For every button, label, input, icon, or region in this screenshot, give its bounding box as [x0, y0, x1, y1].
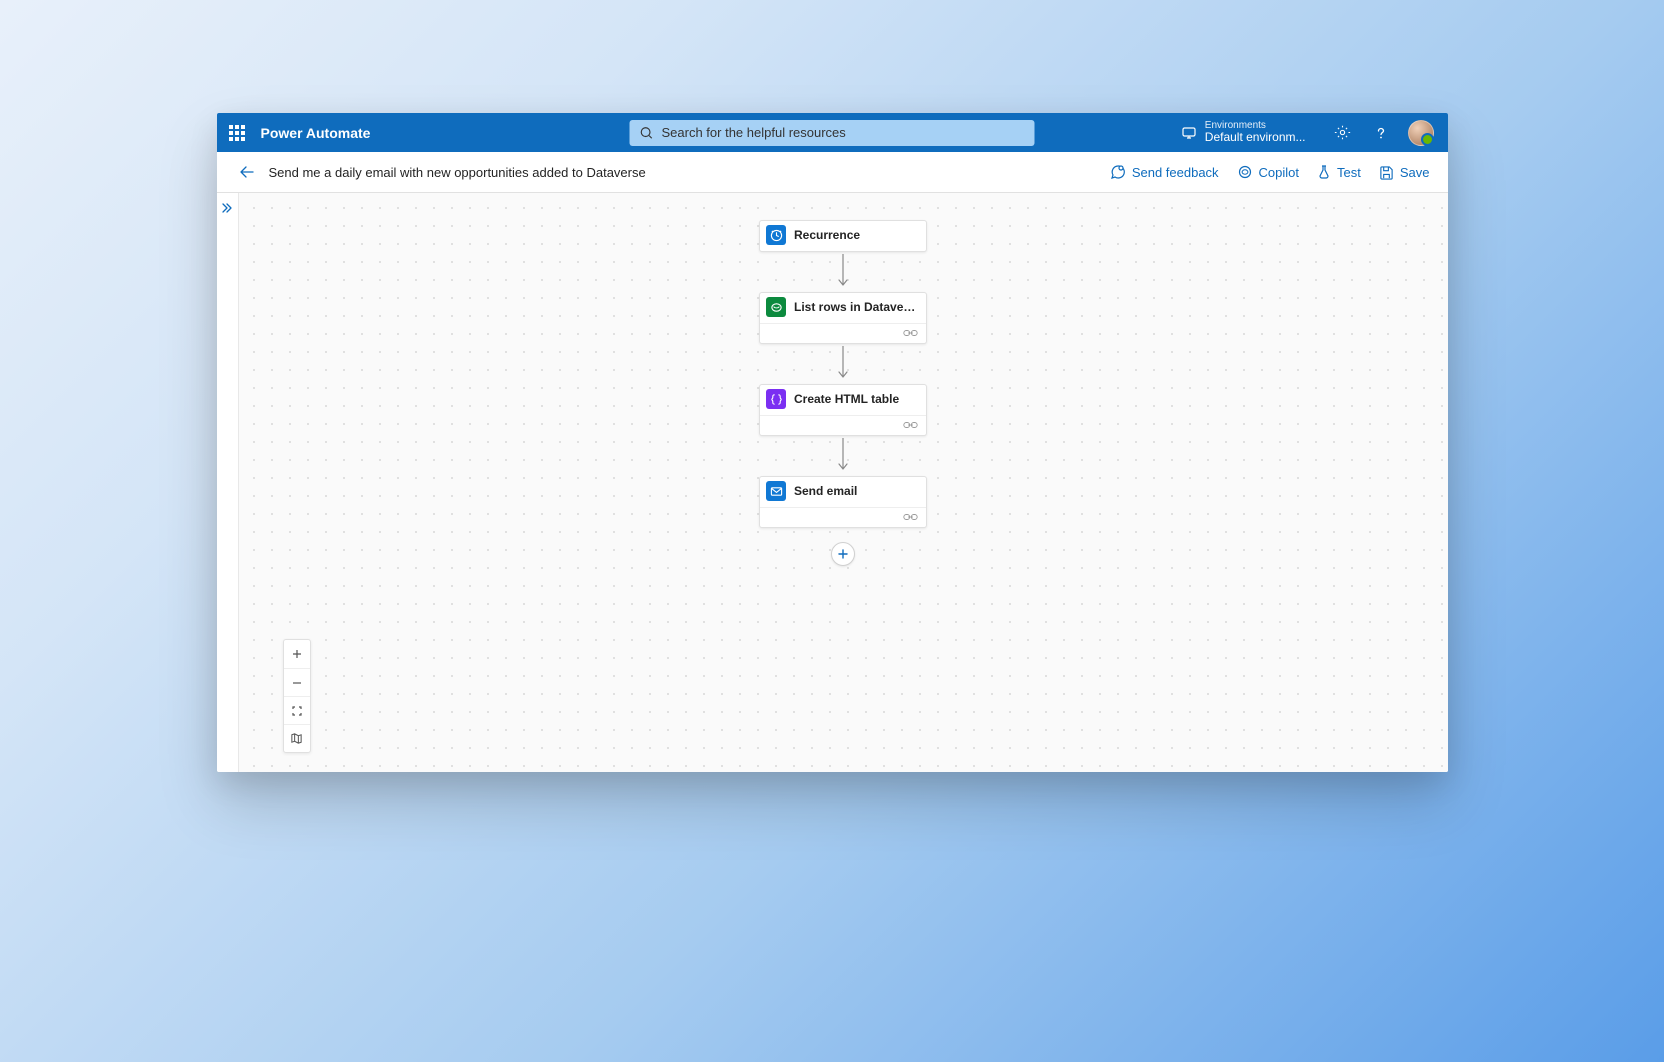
command-bar: Send me a daily email with new opportuni…	[217, 152, 1448, 193]
environment-name: Default environm...	[1205, 131, 1306, 144]
flask-icon	[1317, 164, 1331, 180]
save-button[interactable]: Save	[1379, 165, 1430, 180]
add-step-button[interactable]	[831, 542, 855, 566]
fit-icon	[291, 705, 303, 717]
user-avatar[interactable]	[1408, 120, 1434, 146]
search-placeholder: Search for the helpful resources	[662, 125, 846, 140]
copilot-label: Copilot	[1259, 165, 1299, 180]
chevron-right-double-icon	[221, 202, 233, 214]
feedback-icon	[1110, 164, 1126, 180]
connection-icon	[903, 417, 918, 435]
app-window: Power Automate Search for the helpful re…	[217, 113, 1448, 772]
app-name: Power Automate	[261, 125, 371, 141]
test-label: Test	[1337, 165, 1361, 180]
flow-title: Send me a daily email with new opportuni…	[269, 165, 646, 180]
app-launcher-icon[interactable]	[227, 123, 247, 143]
flow-step-card[interactable]: Recurrence	[759, 220, 927, 252]
zoom-in-button[interactable]	[284, 640, 310, 668]
connection-icon	[903, 509, 918, 527]
save-icon	[1379, 165, 1394, 180]
search-icon	[640, 126, 654, 140]
back-button[interactable]	[239, 163, 257, 181]
step-icon	[766, 225, 786, 245]
flow-step-card[interactable]: Create HTML table	[759, 384, 927, 436]
minus-icon	[291, 677, 303, 689]
step-title: Recurrence	[794, 228, 860, 242]
copilot-icon	[1237, 164, 1253, 180]
environment-picker[interactable]: Environments Default environm...	[1171, 120, 1316, 144]
canvas-area: Recurrence List rows in Dataverse Create H…	[217, 193, 1448, 772]
sidebar-collapsed	[217, 193, 239, 772]
titlebar: Power Automate Search for the helpful re…	[217, 113, 1448, 152]
flow-step-card[interactable]: Send email	[759, 476, 927, 528]
search-input[interactable]: Search for the helpful resources	[630, 120, 1035, 146]
step-title: Create HTML table	[794, 392, 899, 406]
test-button[interactable]: Test	[1317, 164, 1361, 180]
flow-connector[interactable]	[837, 252, 849, 292]
minimap-button[interactable]	[284, 724, 310, 752]
fit-screen-button[interactable]	[284, 696, 310, 724]
plus-icon	[291, 648, 303, 660]
step-icon	[766, 297, 786, 317]
feedback-label: Send feedback	[1132, 165, 1219, 180]
environment-label: Environments	[1205, 120, 1306, 131]
flow-connector[interactable]	[837, 436, 849, 476]
environment-icon	[1181, 125, 1197, 141]
send-feedback-button[interactable]: Send feedback	[1110, 164, 1219, 180]
flow-column: Recurrence List rows in Dataverse Create H…	[759, 220, 927, 566]
save-label: Save	[1400, 165, 1430, 180]
help-icon	[1373, 125, 1389, 141]
zoom-out-button[interactable]	[284, 668, 310, 696]
step-icon	[766, 481, 786, 501]
step-icon	[766, 389, 786, 409]
step-title: Send email	[794, 484, 857, 498]
copilot-button[interactable]: Copilot	[1237, 164, 1299, 180]
zoom-controls	[283, 639, 311, 753]
map-icon	[290, 732, 303, 745]
expand-sidebar-button[interactable]	[221, 201, 233, 219]
flow-step-card[interactable]: List rows in Dataverse	[759, 292, 927, 344]
flow-connector[interactable]	[837, 344, 849, 384]
help-button[interactable]	[1364, 116, 1398, 150]
settings-button[interactable]	[1326, 116, 1360, 150]
step-title: List rows in Dataverse	[794, 300, 918, 314]
back-arrow-icon	[239, 164, 255, 180]
flow-canvas[interactable]: Recurrence List rows in Dataverse Create H…	[239, 193, 1448, 772]
gear-icon	[1334, 124, 1351, 141]
plus-icon	[837, 548, 849, 560]
connection-icon	[903, 325, 918, 343]
